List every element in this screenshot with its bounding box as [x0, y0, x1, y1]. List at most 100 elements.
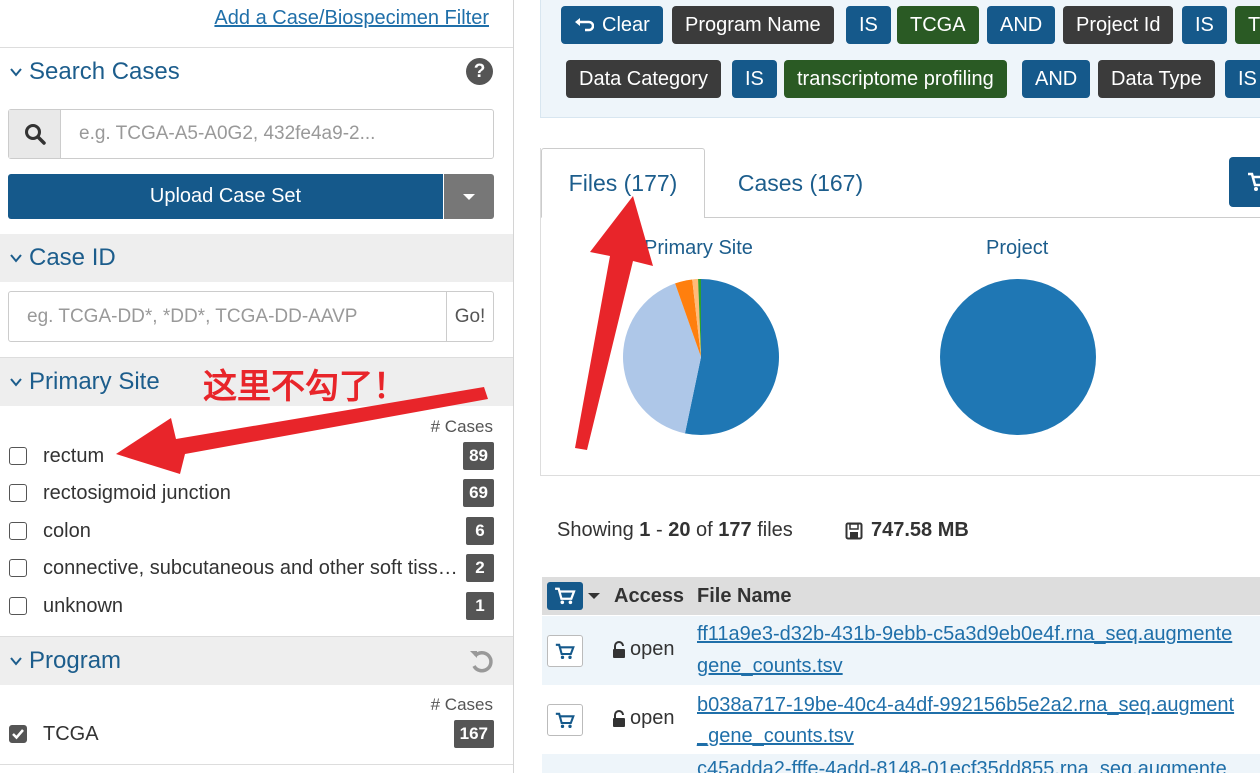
main-panel: Clear Program Name IS TCGA AND Project I… — [515, 0, 1260, 773]
files-table-header: Access File Name — [542, 577, 1260, 615]
cart-icon — [555, 643, 575, 659]
access-cell: open — [612, 638, 675, 661]
chevron-down-icon — [10, 657, 22, 666]
facet-term-row[interactable]: colon 6 — [8, 516, 494, 546]
tab-cases[interactable]: Cases (167) — [713, 148, 888, 218]
term-checkbox-checked[interactable] — [9, 725, 27, 743]
case-id-input[interactable] — [9, 292, 446, 341]
col-file-name[interactable]: File Name — [697, 585, 791, 608]
count-badge: 89 — [463, 442, 494, 470]
query-value-pill[interactable]: T — [1235, 6, 1260, 44]
term-checkbox[interactable] — [9, 559, 27, 577]
check-icon — [12, 729, 24, 740]
facet-term-row[interactable]: unknown 1 — [8, 591, 494, 621]
query-and-pill[interactable]: AND — [987, 6, 1056, 44]
caret-down-icon — [463, 193, 475, 200]
files-unit: files — [757, 519, 793, 541]
query-bar: Clear Program Name IS TCGA AND Project I… — [540, 0, 1260, 118]
term-checkbox[interactable] — [9, 522, 27, 540]
query-field-pill[interactable]: Data Type — [1098, 60, 1215, 98]
file-name-link-cont[interactable]: gene_counts.tsv — [697, 655, 843, 678]
access-value: open — [630, 707, 675, 729]
upload-dropdown-button[interactable] — [443, 174, 494, 219]
pie-slice[interactable] — [940, 279, 1096, 435]
facet-term-row[interactable]: rectosigmoid junction 69 — [8, 478, 494, 508]
chevron-down-icon — [10, 254, 22, 263]
range-dash: - — [655, 519, 663, 541]
term-checkbox[interactable] — [9, 484, 27, 502]
showing-summary: Showing 1 - 20 of 177 files — [557, 519, 793, 542]
col-access[interactable]: Access — [614, 585, 684, 608]
save-icon — [845, 522, 863, 539]
row-cart-button[interactable] — [547, 704, 583, 736]
case-id-box: Go! — [8, 291, 494, 342]
primary-site-pie-chart[interactable] — [616, 272, 786, 442]
facet-term-row[interactable]: rectum 89 — [8, 441, 494, 471]
query-field-pill[interactable]: Data Category — [566, 60, 721, 98]
search-icon — [24, 124, 46, 145]
showing-prefix: Showing — [557, 519, 634, 541]
query-op-pill[interactable]: IS — [732, 60, 777, 98]
search-cases-header[interactable]: Search Cases ? — [0, 48, 513, 96]
tab-divider — [704, 217, 1260, 218]
range-end: 20 — [668, 519, 691, 541]
reset-icon[interactable] — [468, 647, 496, 675]
project-pie-chart[interactable] — [933, 272, 1103, 442]
query-value-pill[interactable]: TCGA — [897, 6, 979, 44]
query-op-pill[interactable]: IS — [1225, 60, 1260, 98]
unlock-icon — [613, 709, 625, 727]
chevron-down-icon — [10, 68, 22, 77]
term-checkbox[interactable] — [9, 597, 27, 615]
case-id-header[interactable]: Case ID — [0, 234, 513, 282]
case-id-title: Case ID — [29, 244, 116, 271]
search-cases-input[interactable] — [61, 110, 493, 158]
row-cart-button[interactable] — [547, 635, 583, 667]
term-name: TCGA — [43, 722, 99, 745]
go-button[interactable]: Go! — [446, 292, 493, 341]
total-count: 177 — [718, 519, 752, 541]
add-filter-row: Add a Case/Biospecimen Filter — [0, 0, 513, 48]
term-name: connective, subcutaneous and other soft … — [43, 556, 461, 579]
facet-term-row[interactable]: connective, subcutaneous and other soft … — [8, 553, 494, 583]
query-value-pill[interactable]: transcriptome profiling — [784, 60, 1007, 98]
caret-down-icon[interactable] — [587, 591, 601, 601]
query-op-pill[interactable]: IS — [1182, 6, 1227, 44]
query-field-pill[interactable]: Program Name — [672, 6, 834, 44]
file-name-link[interactable]: b038a717-19be-40c4-a4df-992156b5e2a2.rna… — [697, 694, 1234, 717]
case-id-section: Case ID — [0, 234, 513, 282]
search-cases-title: Search Cases — [29, 58, 180, 85]
facet-term-row[interactable]: TCGA 167 — [8, 719, 494, 749]
clear-query-button[interactable]: Clear — [561, 6, 663, 44]
term-name: colon — [43, 519, 91, 542]
range-start: 1 — [639, 519, 651, 541]
access-value: open — [630, 638, 675, 660]
file-name-link[interactable]: c45adda2-fffe-4add-8148-01ecf35dd855.rna… — [697, 758, 1227, 773]
file-name-link-cont[interactable]: _gene_counts.tsv — [697, 725, 854, 748]
program-header[interactable]: Program — [0, 637, 513, 685]
tab-files[interactable]: Files (177) — [541, 148, 705, 218]
help-icon[interactable]: ? — [466, 58, 493, 85]
cart-icon — [555, 712, 575, 728]
results-tabs: Files (177) Cases (167) Primary Site Pro… — [540, 148, 1260, 476]
term-name: rectosigmoid junction — [43, 481, 231, 504]
table-row: open b038a717-19be-40c4-a4df-992156b5e2a… — [542, 685, 1260, 754]
upload-case-set-button[interactable]: Upload Case Set — [8, 174, 443, 219]
query-op-pill[interactable]: IS — [846, 6, 891, 44]
count-badge: 6 — [466, 517, 494, 545]
program-cases-col: # Cases — [430, 695, 493, 714]
unlock-icon — [613, 640, 625, 658]
count-badge: 167 — [453, 720, 494, 748]
annotation-text: 这里不勾了！ — [203, 367, 407, 407]
upload-case-set-group: Upload Case Set — [8, 174, 494, 219]
table-cart-button[interactable] — [547, 582, 583, 610]
query-field-pill[interactable]: Project Id — [1063, 6, 1174, 44]
table-row: c45adda2-fffe-4add-8148-01ecf35dd855.rna… — [542, 754, 1260, 773]
file-name-link[interactable]: ff11a9e3-d32b-431b-9ebb-c5a3d9eb0e4f.rna… — [697, 623, 1232, 646]
total-size: 747.58 MB — [871, 519, 969, 541]
add-case-filter-link[interactable]: Add a Case/Biospecimen Filter — [214, 7, 489, 30]
program-title: Program — [29, 647, 122, 674]
term-checkbox[interactable] — [9, 447, 27, 465]
search-button[interactable] — [9, 110, 61, 158]
add-all-to-cart-button[interactable] — [1229, 157, 1260, 207]
query-and-pill[interactable]: AND — [1022, 60, 1091, 98]
